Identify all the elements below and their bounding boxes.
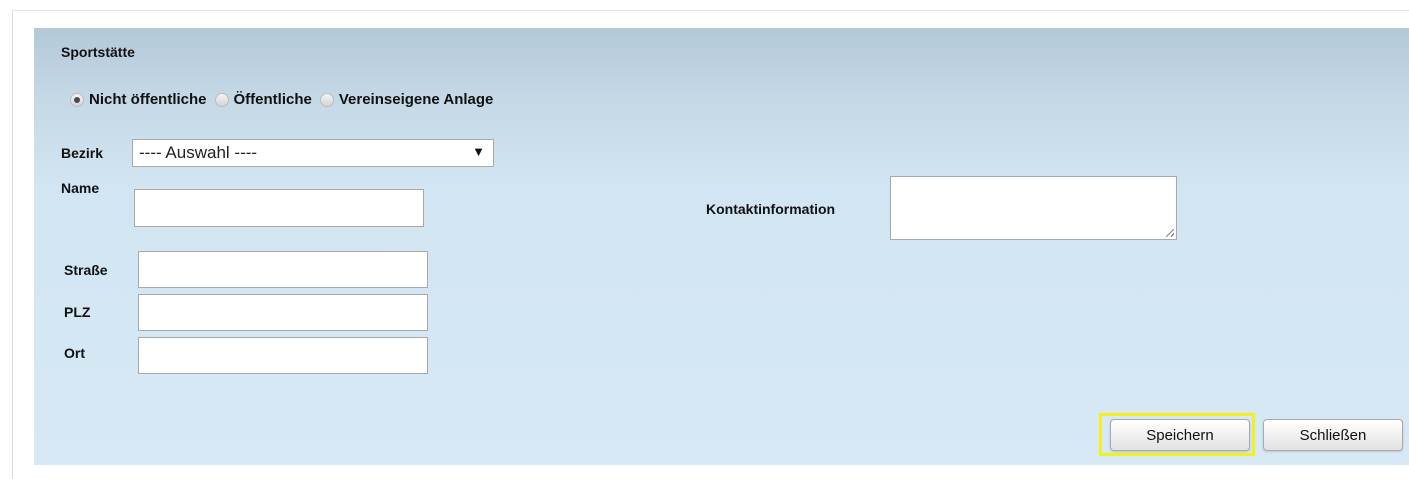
radio-oeffentliche[interactable]: [214, 92, 229, 107]
radio-label-nicht-oeffentliche[interactable]: Nicht öffentliche: [89, 91, 207, 108]
sportstaette-form-panel: Sportstätte Nicht öffentliche Öffentlich…: [34, 28, 1409, 465]
dropdown-arrow-icon: ▼: [472, 144, 485, 159]
strasse-label: Straße: [64, 262, 108, 278]
ort-input[interactable]: [138, 337, 428, 374]
bezirk-selected-value: ---- Auswahl ----: [139, 143, 258, 162]
close-button[interactable]: Schließen: [1263, 419, 1403, 451]
radio-vereinseigene-anlage[interactable]: [319, 92, 334, 107]
strasse-input[interactable]: [138, 251, 428, 288]
save-button[interactable]: Speichern: [1110, 419, 1250, 451]
plz-label: PLZ: [64, 304, 91, 320]
bezirk-select[interactable]: ---- Auswahl ---- ▼: [132, 139, 494, 167]
facility-type-radio-group: Nicht öffentliche Öffentliche Vereinseig…: [70, 91, 501, 108]
radio-nicht-oeffentliche[interactable]: [70, 92, 84, 107]
bezirk-label: Bezirk: [61, 145, 104, 161]
name-label: Name: [61, 180, 100, 196]
plz-input[interactable]: [138, 294, 428, 331]
radio-label-vereinseigene-anlage[interactable]: Vereinseigene Anlage: [339, 91, 494, 108]
name-input[interactable]: [134, 189, 424, 227]
kontaktinformation-textarea[interactable]: [890, 176, 1177, 240]
ort-label: Ort: [64, 345, 85, 361]
radio-label-oeffentliche[interactable]: Öffentliche: [234, 91, 312, 108]
kontaktinformation-label: Kontaktinformation: [706, 201, 836, 217]
section-title: Sportstätte: [61, 44, 135, 60]
resize-grip-icon[interactable]: [1166, 229, 1174, 237]
